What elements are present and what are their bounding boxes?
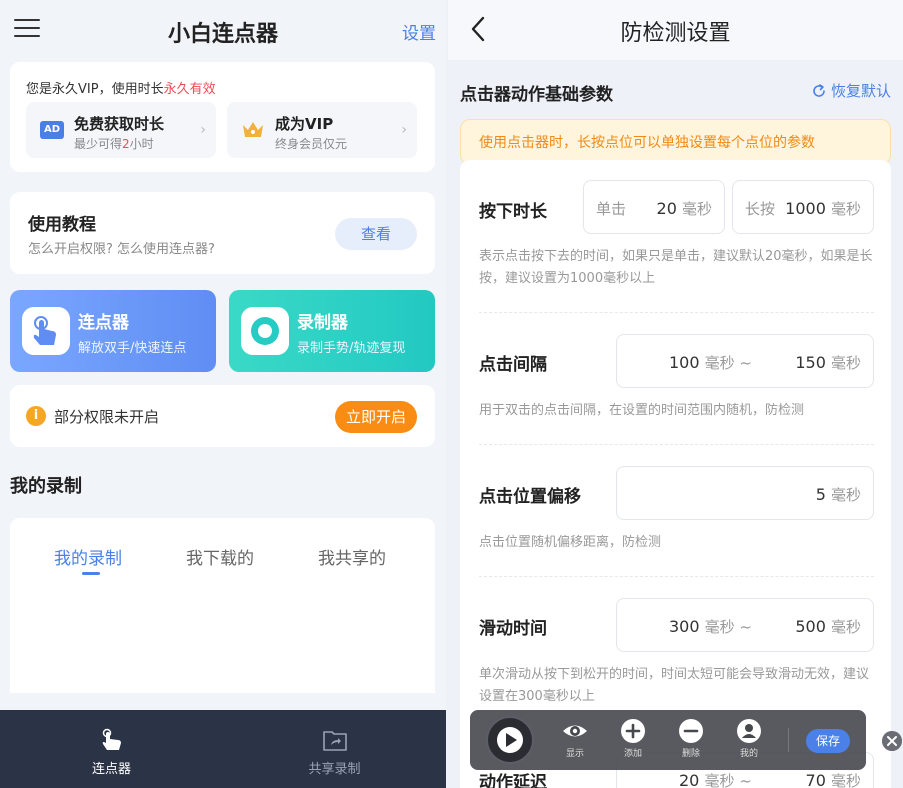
delete-tool-button[interactable]: 删除 [674, 718, 708, 759]
action-delay-label: 动作延迟 [479, 773, 547, 788]
nav-shared-label: 共享录制 [308, 762, 361, 777]
delay-min-value: 20 [679, 771, 700, 788]
minus-circle-icon [679, 719, 703, 743]
recordings-card: 我的录制 我下载的 我共享的 [10, 518, 435, 693]
tab-shared[interactable]: 我共享的 [318, 544, 386, 569]
record-icon [241, 307, 289, 355]
recorder-feature-button[interactable]: 录制器 录制手势/轨迹复现 [229, 290, 435, 372]
tab-my-recordings[interactable]: 我的录制 [54, 544, 122, 569]
settings-link[interactable]: 设置 [402, 19, 436, 44]
home-screen: 小白连点器 设置 您是永久VIP，使用时长永久有效 AD 免费获取时长 最少可得… [0, 0, 446, 788]
single-press-value: 20 [656, 199, 677, 218]
become-vip-button[interactable]: 成为VIP 终身会员仅元 › [227, 102, 417, 158]
swipe-min-value: 300 [669, 617, 700, 636]
enable-permission-button[interactable]: 立即开启 [335, 401, 417, 433]
swipe-max-value: 500 [795, 617, 826, 636]
chevron-right-icon: › [401, 122, 407, 138]
click-interval-input[interactable]: 100 毫秒 ~ 150 毫秒 [616, 334, 874, 388]
long-press-value: 1000 [785, 199, 826, 218]
become-vip-sub: 终身会员仅元 [275, 137, 348, 151]
long-press-input[interactable]: 长按 1000 毫秒 [732, 180, 874, 234]
anti-detect-settings-screen: 防检测设置 点击器动作基础参数 恢复默认 使用点击器时，长按点位可以单独设置每个… [448, 0, 903, 788]
free-time-button[interactable]: AD 免费获取时长 最少可得2小时 › [26, 102, 216, 158]
settings-title: 防检测设置 [620, 21, 731, 46]
nav-clicker[interactable]: 连点器 [0, 710, 223, 788]
floating-toolbar: 显示 添加 删除 我的 保存 [470, 710, 866, 770]
tutorial-sub: 怎么开启权限? 怎么使用连点器? [28, 242, 215, 257]
ad-icon: AD [40, 121, 64, 139]
toolbar-separator [788, 728, 789, 752]
divider [479, 444, 874, 445]
tutorial-card: 使用教程 怎么开启权限? 怎么使用连点器? 查看 [10, 192, 435, 274]
chevron-right-icon: › [200, 122, 206, 138]
user-icon [737, 719, 761, 743]
mine-tool-button[interactable]: 我的 [732, 718, 766, 759]
nav-clicker-label: 连点器 [91, 762, 131, 777]
position-offset-label: 点击位置偏移 [479, 487, 581, 507]
tip-banner: 使用点击器时，长按点位可以单独设置每个点位的参数 [460, 119, 891, 165]
click-interval-label: 点击间隔 [479, 355, 547, 375]
tap-hand-icon [22, 307, 70, 355]
save-button[interactable]: 保存 [806, 729, 850, 753]
bottom-nav: 连点器 共享录制 [0, 710, 446, 788]
restore-default-button[interactable]: 恢复默认 [811, 80, 891, 101]
tutorial-title: 使用教程 [28, 215, 96, 235]
view-tutorial-button[interactable]: 查看 [335, 218, 417, 250]
vip-status-value: 永久有效 [163, 82, 216, 97]
vip-card: 您是永久VIP，使用时长永久有效 AD 免费获取时长 最少可得2小时 › 成为V… [10, 62, 435, 172]
my-recordings-heading: 我的录制 [10, 476, 82, 497]
free-time-title: 免费获取时长 [74, 115, 165, 133]
section-title: 点击器动作基础参数 [460, 85, 613, 105]
nav-shared-recordings[interactable]: 共享录制 [223, 710, 446, 788]
become-vip-title: 成为VIP [275, 115, 334, 133]
recorder-title: 录制器 [297, 313, 348, 333]
play-icon [497, 727, 523, 753]
interval-max-value: 150 [795, 353, 826, 372]
play-button[interactable] [486, 716, 534, 764]
show-tool-button[interactable]: 显示 [558, 718, 592, 759]
crown-icon [243, 122, 263, 137]
free-time-sub: 最少可得2小时 [74, 137, 154, 151]
delay-max-value: 70 [805, 771, 826, 788]
tab-downloaded[interactable]: 我下载的 [186, 544, 254, 569]
eye-icon [563, 725, 587, 737]
active-tab-indicator [82, 572, 100, 575]
press-duration-label: 按下时长 [479, 202, 547, 222]
swipe-time-label: 滑动时间 [479, 619, 547, 639]
click-interval-desc: 用于双击的点击间隔，在设置的时间范围内随机，防检测 [479, 403, 805, 418]
interval-min-value: 100 [669, 353, 700, 372]
position-offset-input[interactable]: 5 毫秒 [616, 466, 874, 520]
add-tool-button[interactable]: 添加 [616, 718, 650, 759]
params-card: 按下时长 单击 20 毫秒 长按 1000 毫秒 表示点击按下去的时间，如果只是… [460, 160, 891, 788]
single-press-input[interactable]: 单击 20 毫秒 [583, 180, 725, 234]
swipe-time-input[interactable]: 300 毫秒 ~ 500 毫秒 [616, 598, 874, 652]
press-duration-desc: 表示点击按下去的时间，如果只是单击，建议默认20毫秒，如果是长按，建议设置为10… [479, 249, 873, 286]
app-title: 小白连点器 [167, 22, 278, 47]
permission-card: i 部分权限未开启 立即开启 [10, 385, 435, 447]
tap-hand-icon [102, 728, 121, 750]
refresh-icon [813, 84, 825, 97]
offset-value: 5 [815, 485, 826, 504]
share-folder-icon [322, 731, 347, 751]
home-top-bar: 小白连点器 设置 [0, 0, 446, 60]
swipe-time-desc: 单次滑动从按下到松开的时间，时间太短可能会导致滑动无效，建议设置在300毫秒以上 [479, 667, 870, 704]
settings-header: 防检测设置 [448, 0, 903, 60]
plus-circle-icon [621, 719, 645, 743]
divider [479, 312, 874, 313]
divider [479, 576, 874, 577]
info-icon: i [26, 406, 46, 426]
permission-text: 部分权限未开启 [54, 408, 160, 426]
recorder-sub: 录制手势/轨迹复现 [297, 341, 406, 356]
clicker-title: 连点器 [78, 313, 129, 333]
vip-status: 您是永久VIP，使用时长永久有效 [26, 82, 216, 97]
clicker-sub: 解放双手/快速连点 [78, 341, 187, 356]
clicker-feature-button[interactable]: 连点器 解放双手/快速连点 [10, 290, 216, 372]
close-icon[interactable] [882, 731, 902, 751]
position-offset-desc: 点击位置随机偏移距离，防检测 [479, 535, 662, 550]
